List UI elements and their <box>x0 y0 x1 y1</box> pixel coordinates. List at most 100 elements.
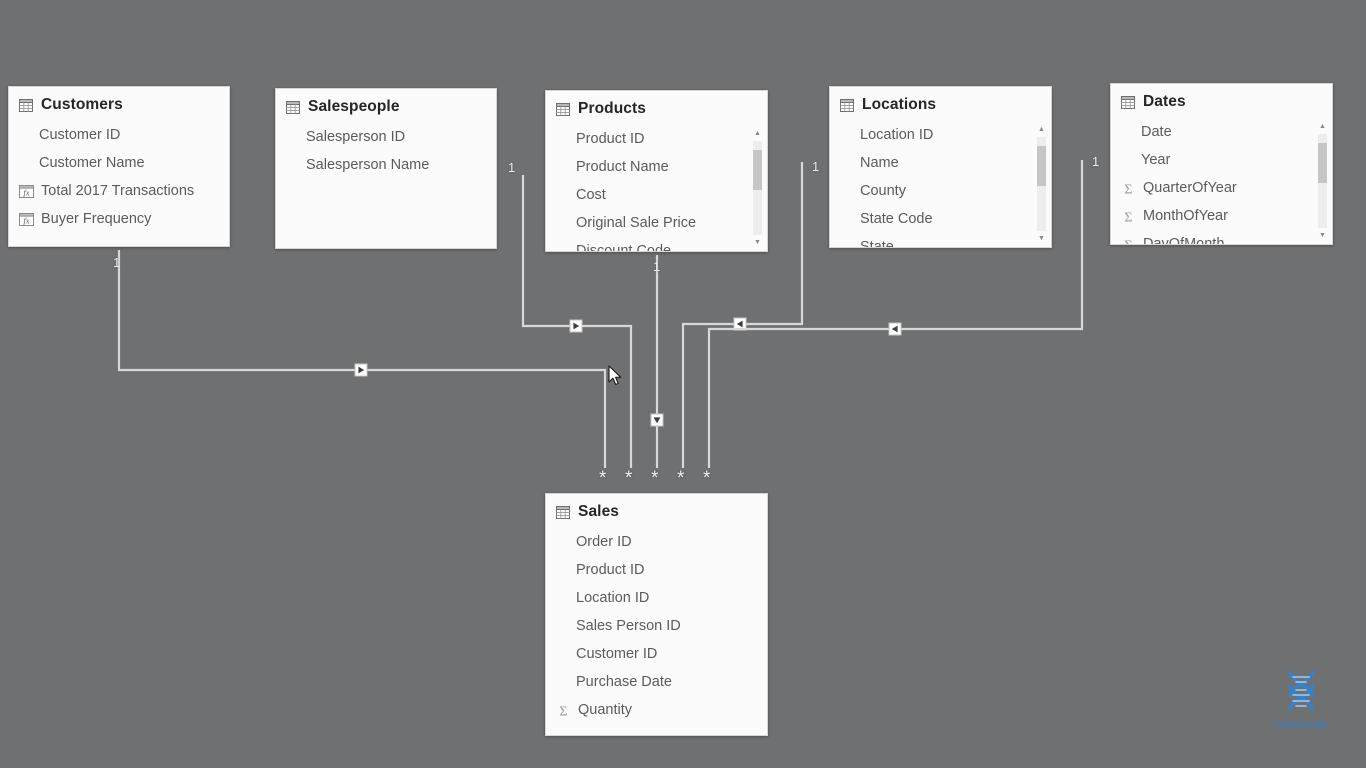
table-card-sales[interactable]: Sales Order ID Product ID Location ID Sales … <box>545 493 768 736</box>
sigma-icon: Σ <box>559 704 567 718</box>
scroll-up-icon[interactable]: ▲ <box>1035 123 1048 136</box>
table-grid-icon <box>840 98 854 112</box>
cross-filter-arrow-dates-sales[interactable] <box>888 322 902 336</box>
field-row[interactable]: Σ DayOfMonth <box>1111 230 1332 245</box>
field-row[interactable]: Customer Name <box>9 149 229 177</box>
field-row[interactable]: Original Sale Price <box>546 209 767 237</box>
arrow-glyph <box>653 417 661 424</box>
field-label: Buyer Frequency <box>41 210 152 227</box>
table-card-customers[interactable]: Customers Customer ID Customer Name fx Total… <box>8 86 230 247</box>
field-row[interactable]: Purchase Date <box>546 668 767 696</box>
cross-filter-arrow-salespeople-sales[interactable] <box>569 319 583 333</box>
svg-text:Σ: Σ <box>559 704 567 718</box>
field-row[interactable]: Salesperson Name <box>276 151 496 179</box>
field-row[interactable]: Salesperson ID <box>276 123 496 151</box>
field-row[interactable]: Σ MonthOfYear <box>1111 202 1332 230</box>
field-row[interactable]: Date <box>1111 118 1332 146</box>
table-field-list: Location ID Name County State Code State <box>830 119 1051 247</box>
field-row[interactable]: Location ID <box>546 584 767 612</box>
field-label: Name <box>860 154 899 171</box>
table-header-customers[interactable]: Customers <box>9 87 229 119</box>
cardinality-many-label: * <box>599 468 607 489</box>
field-row[interactable]: Product ID <box>546 125 767 153</box>
table-card-locations[interactable]: Locations Location ID Name County State Code… <box>829 86 1052 248</box>
field-row[interactable]: fx Buyer Frequency <box>9 205 229 233</box>
field-row[interactable]: Cost <box>546 181 767 209</box>
cardinality-many-label: * <box>677 468 685 489</box>
field-row[interactable]: fx Total 2017 Transactions <box>9 177 229 205</box>
scrollbar-thumb[interactable] <box>1037 146 1046 186</box>
field-row[interactable]: Discount Code <box>546 237 767 251</box>
field-row[interactable]: Sales Person ID <box>546 612 767 640</box>
field-row[interactable]: County <box>830 177 1051 205</box>
cardinality-many-label: * <box>625 468 633 489</box>
field-label: Quantity <box>578 701 632 718</box>
svg-text:Σ: Σ <box>1124 210 1132 224</box>
field-row[interactable]: Σ Quantity <box>546 696 767 724</box>
table-scrollbar-products[interactable]: ▲ ▼ <box>751 127 764 249</box>
table-field-list: Order ID Product ID Location ID Sales Perso… <box>546 526 767 724</box>
cardinality-one-label: 1 <box>113 255 121 270</box>
field-row[interactable]: Product Name <box>546 153 767 181</box>
table-grid-icon <box>19 98 33 112</box>
field-label: State Code <box>860 210 933 227</box>
field-row[interactable]: Order ID <box>546 528 767 556</box>
scroll-down-icon[interactable]: ▼ <box>751 236 764 249</box>
table-header-products[interactable]: Products <box>546 91 767 123</box>
scrollbar-thumb[interactable] <box>753 150 762 190</box>
table-title: Customers <box>41 96 123 113</box>
field-label: Sales Person ID <box>576 617 681 634</box>
cardinality-one-label: 1 <box>508 160 516 175</box>
table-card-products[interactable]: Products Product ID Product Name Cost Origin… <box>545 90 768 252</box>
cross-filter-arrow-products-sales[interactable] <box>650 413 664 427</box>
arrow-glyph <box>573 322 580 330</box>
field-label: Product ID <box>576 561 645 578</box>
field-label: Order ID <box>576 533 632 550</box>
table-header-dates[interactable]: Dates <box>1111 84 1332 116</box>
field-row[interactable]: Product ID <box>546 556 767 584</box>
arrow-glyph <box>891 325 898 333</box>
svg-text:Σ: Σ <box>1124 182 1132 196</box>
table-header-salespeople[interactable]: Salespeople <box>276 89 496 121</box>
arrow-glyph <box>736 320 743 328</box>
field-label: Customer ID <box>39 126 121 143</box>
field-row[interactable]: Customer ID <box>9 121 229 149</box>
field-row[interactable]: Year <box>1111 146 1332 174</box>
svg-text:Σ: Σ <box>1124 238 1132 245</box>
field-row[interactable]: State Code <box>830 205 1051 233</box>
table-title: Salespeople <box>308 98 400 115</box>
field-label: Salesperson ID <box>306 128 406 145</box>
relationship-customers-sales[interactable] <box>117 250 607 468</box>
field-label: DayOfMonth <box>1143 235 1225 245</box>
measure-fx-icon: fx <box>19 184 34 198</box>
table-card-salespeople[interactable]: Salespeople Salesperson ID Salesperson Nam… <box>275 88 497 249</box>
field-label: Purchase Date <box>576 673 672 690</box>
field-row[interactable]: Σ QuarterOfYear <box>1111 174 1332 202</box>
cross-filter-arrow-locations-sales[interactable] <box>733 317 747 331</box>
field-label: Cost <box>576 186 606 203</box>
field-row[interactable]: Location ID <box>830 121 1051 149</box>
table-title: Sales <box>578 503 620 520</box>
scroll-up-icon[interactable]: ▲ <box>751 127 764 140</box>
field-row[interactable]: Name <box>830 149 1051 177</box>
table-scrollbar-dates[interactable]: ▲ ▼ <box>1316 120 1329 242</box>
relationship-line[interactable] <box>117 250 607 468</box>
table-scrollbar-locations[interactable]: ▲ ▼ <box>1035 123 1048 245</box>
field-row[interactable]: State <box>830 233 1051 247</box>
table-field-list: Customer ID Customer Name fx Total 2017 Tra… <box>9 119 229 233</box>
table-grid-icon <box>556 505 570 519</box>
table-header-locations[interactable]: Locations <box>830 87 1051 119</box>
scroll-up-icon[interactable]: ▲ <box>1316 120 1329 133</box>
table-card-dates[interactable]: DatesDateYearΣQuarterOfYearΣMonthOfYearΣ… <box>1110 83 1333 245</box>
scroll-down-icon[interactable]: ▼ <box>1316 229 1329 242</box>
cardinality-many-label: * <box>651 468 659 489</box>
model-view-canvas[interactable]: Customers Customer ID Customer Name fx Total… <box>0 0 1366 768</box>
field-row[interactable]: Customer ID <box>546 640 767 668</box>
scrollbar-thumb[interactable] <box>1318 143 1327 183</box>
field-label: Product ID <box>576 130 645 147</box>
field-label: Year <box>1141 151 1171 168</box>
cross-filter-arrow-customers-sales[interactable] <box>354 363 368 377</box>
sigma-icon: Σ <box>1124 182 1132 196</box>
table-header-sales[interactable]: Sales <box>546 494 767 526</box>
scroll-down-icon[interactable]: ▼ <box>1035 232 1048 245</box>
